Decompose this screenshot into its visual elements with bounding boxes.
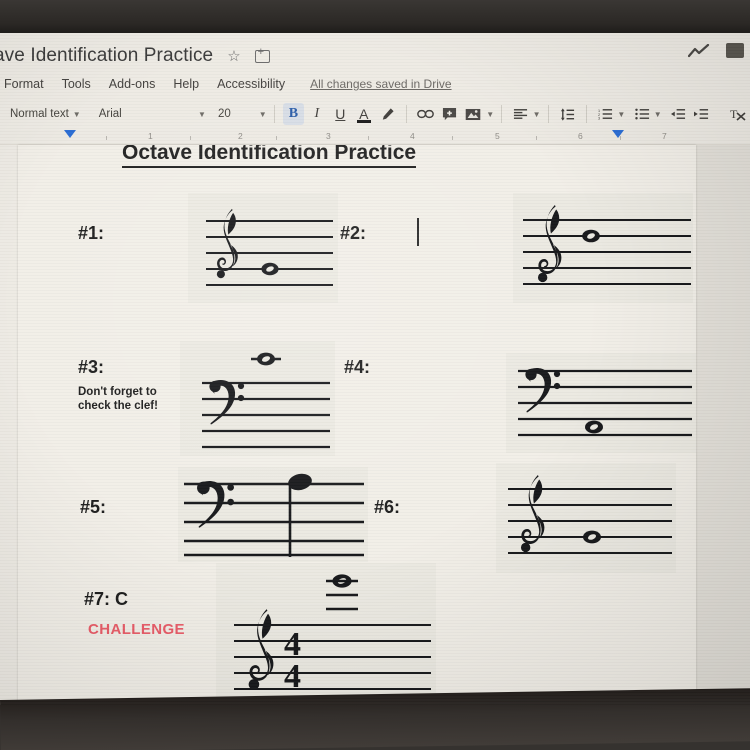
whole-note <box>261 262 279 276</box>
staff-7: 4 4 <box>216 563 436 703</box>
formatting-toolbar: Normal text ▼ Arial ▼ 20 ▼ B I U A ▼ ▼ 1… <box>0 99 750 129</box>
page-title: Octave Identification Practice <box>122 145 417 168</box>
horizontal-ruler[interactable]: 1 2 3 4 5 6 7 <box>0 130 750 145</box>
screen-area: ave Identification Practice ☆ Format Too… <box>0 33 750 705</box>
font-family-dropdown[interactable]: Arial ▼ <box>99 108 206 120</box>
toolbar-divider <box>547 105 549 123</box>
ruler-number-6: 6 <box>578 131 583 141</box>
menu-item-accessibility[interactable]: Accessibility <box>208 77 294 91</box>
challenge-label: CHALLENGE <box>88 621 185 638</box>
chevron-down-icon: ▼ <box>72 109 81 119</box>
chevron-down-icon[interactable]: ▼ <box>654 110 662 119</box>
menu-item-help[interactable]: Help <box>164 77 208 91</box>
hint-line-1: Don't forget to <box>78 386 157 398</box>
increase-indent-icon[interactable] <box>691 103 712 125</box>
menu-item-add-ons[interactable]: Add-ons <box>100 77 165 91</box>
whole-note <box>585 420 603 434</box>
exercise-label-6: #6: <box>374 497 401 517</box>
staff-3 <box>180 341 335 456</box>
font-size-dropdown[interactable]: 20 ▼ <box>218 108 267 120</box>
text-cursor <box>417 218 419 246</box>
text-color-swatch <box>357 120 372 123</box>
staff-2 <box>513 193 693 303</box>
exercise-hint-3: Don't forget to check the clef! <box>78 385 158 414</box>
bold-button[interactable]: B <box>282 103 305 125</box>
title-bar-actions <box>688 43 744 58</box>
chevron-down-icon: ▼ <box>258 109 267 119</box>
photo-of-screen: ave Identification Practice ☆ Format Too… <box>0 0 750 750</box>
numbered-list-icon[interactable]: 1 2 3 <box>595 103 616 125</box>
move-to-folder-icon[interactable] <box>254 47 270 63</box>
document-title-bar: ave Identification Practice ☆ <box>0 39 750 73</box>
toolbar-divider <box>585 105 587 123</box>
bulleted-list-icon[interactable] <box>631 103 652 125</box>
exercise-label-2: #2: <box>340 223 367 243</box>
font-family-label: Arial <box>98 108 122 120</box>
ruler-number-7: 7 <box>662 131 667 141</box>
whole-note <box>582 229 600 243</box>
chevron-down-icon[interactable]: ▼ <box>533 110 541 119</box>
exercise-label-3: #3: <box>78 357 105 377</box>
exercise-label-7: #7: C <box>84 589 129 609</box>
toolbar-divider <box>405 105 407 123</box>
ruler-tick <box>452 136 453 140</box>
insert-link-icon[interactable] <box>415 103 436 125</box>
svg-text:4: 4 <box>284 658 301 695</box>
line-spacing-icon[interactable] <box>557 103 578 125</box>
exercise-label-1: #1: <box>78 223 105 243</box>
staff-4 <box>506 353 696 453</box>
save-status[interactable]: All changes saved in Drive <box>310 77 451 91</box>
clear-formatting-icon[interactable]: T <box>728 103 749 125</box>
page-outer-margin <box>696 145 750 705</box>
left-indent-marker[interactable] <box>64 130 76 138</box>
align-left-icon[interactable] <box>510 103 531 125</box>
staff-5 <box>178 467 368 562</box>
laptop-bezel-top <box>0 0 750 34</box>
ruler-tick <box>106 136 107 140</box>
ruler-number-5: 5 <box>495 131 500 141</box>
time-signature: 4 4 <box>284 626 301 695</box>
document-page[interactable]: Octave Identification Practice #1: #2: #… <box>18 145 696 705</box>
document-title[interactable]: ave Identification Practice <box>0 45 213 67</box>
activity-dashboard-icon[interactable] <box>688 43 710 58</box>
menu-bar: Format Tools Add-ons Help Accessibility … <box>0 73 750 95</box>
right-indent-marker[interactable] <box>612 130 624 138</box>
highlight-pen-icon[interactable] <box>377 103 398 125</box>
exercise-label-4: #4: <box>344 357 371 377</box>
toolbar-divider <box>273 105 275 123</box>
text-color-button[interactable]: A <box>353 103 374 125</box>
chevron-down-icon[interactable]: ▼ <box>486 110 494 119</box>
italic-button[interactable]: I <box>306 103 327 125</box>
ruler-tick <box>368 136 369 140</box>
underline-button[interactable]: U <box>330 103 351 125</box>
paragraph-style-label: Normal text <box>10 108 69 120</box>
add-comment-icon[interactable] <box>438 103 459 125</box>
toolbar-divider <box>501 105 503 123</box>
svg-text:3: 3 <box>598 117 600 120</box>
chevron-down-icon: ▼ <box>198 109 206 119</box>
ruler-tick <box>276 136 277 140</box>
chevron-down-icon[interactable]: ▼ <box>617 110 625 119</box>
menu-item-format[interactable]: Format <box>0 77 53 91</box>
svg-text:T: T <box>730 107 738 121</box>
ruler-number-3: 3 <box>326 131 331 141</box>
staff-6 <box>496 463 676 573</box>
decrease-indent-icon[interactable] <box>668 103 689 125</box>
menu-item-tools[interactable]: Tools <box>53 77 100 91</box>
star-icon[interactable]: ☆ <box>227 49 240 64</box>
paragraph-style-dropdown[interactable]: Normal text ▼ <box>10 108 81 120</box>
ruler-number-1: 1 <box>148 131 153 141</box>
hint-line-2: check the clef! <box>78 400 158 413</box>
ruler-number-2: 2 <box>238 131 243 141</box>
ruler-number-4: 4 <box>410 131 415 141</box>
ruler-tick <box>190 136 191 140</box>
whole-note <box>583 530 601 544</box>
exercise-label-5: #5: <box>80 497 107 517</box>
insert-image-icon[interactable] <box>462 103 483 125</box>
font-size-label: 20 <box>217 108 231 120</box>
present-icon[interactable] <box>726 43 744 58</box>
staff-1 <box>188 193 338 303</box>
ruler-tick <box>536 136 537 140</box>
